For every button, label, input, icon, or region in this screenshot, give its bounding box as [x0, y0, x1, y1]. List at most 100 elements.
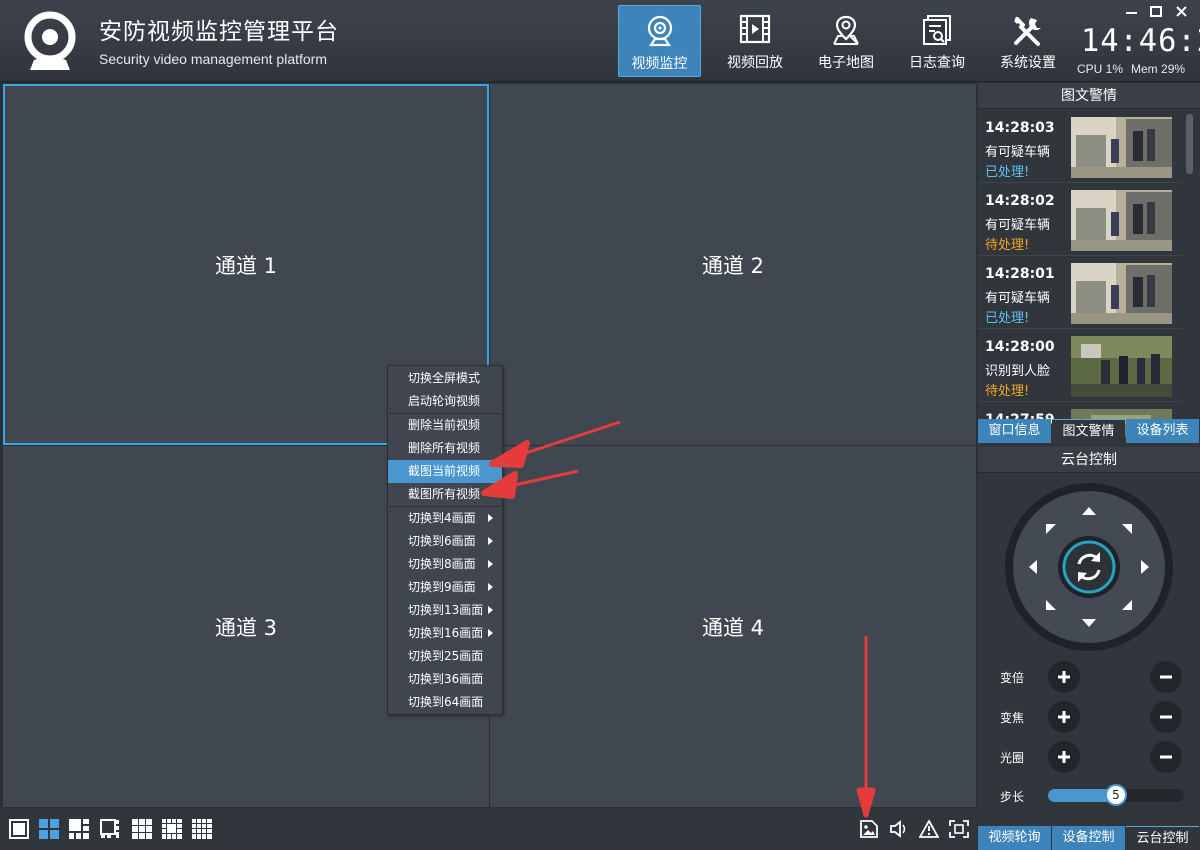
close-icon — [1176, 6, 1187, 17]
alarm-item[interactable]: 14:28:01 有可疑车辆 已处理! — [978, 257, 1182, 329]
tab-window-info[interactable]: 窗口信息 — [978, 419, 1051, 443]
menu-item-layout-64[interactable]: 切换到64画面 — [388, 691, 502, 714]
submenu-arrow-icon — [488, 629, 493, 637]
menu-item-delete-all[interactable]: 删除所有视频 — [388, 437, 502, 460]
alarm-snapshot-thumbnail[interactable] — [1071, 336, 1172, 397]
tab-image-alarm[interactable]: 图文警情 — [1052, 419, 1125, 443]
tab-device-list[interactable]: 设备列表 — [1126, 419, 1199, 443]
volume-icon[interactable] — [889, 820, 909, 838]
panel-tabs-top: 窗口信息 图文警情 设备列表 — [978, 419, 1200, 443]
ptz-zoom-label: 变倍 — [1000, 671, 1025, 685]
minimize-icon — [1126, 12, 1137, 14]
ptz-step-label: 步长 — [1000, 790, 1025, 804]
step-slider-knob[interactable]: 5 — [1105, 784, 1127, 806]
menu-item-layout-8[interactable]: 切换到8画面 — [388, 553, 502, 576]
iris-open-button[interactable] — [1048, 741, 1080, 773]
menu-item-snapshot-all[interactable]: 截图所有视频 — [388, 483, 502, 506]
menu-item-layout-36[interactable]: 切换到36画面 — [388, 668, 502, 691]
log-search-icon — [923, 15, 951, 45]
menu-item-snapshot-current[interactable]: 截图当前视频 — [388, 460, 502, 483]
webcam-icon — [647, 15, 672, 47]
layout-1-icon[interactable] — [9, 819, 29, 839]
context-menu: 切换全屏模式 启动轮询视频 删除当前视频 删除所有视频 截图当前视频 截图所有视… — [387, 365, 503, 715]
alarm-snapshot-thumbnail[interactable] — [1071, 190, 1172, 251]
menu-item-start-polling[interactable]: 启动轮询视频 — [388, 390, 502, 413]
channel-label: 通道 3 — [214, 615, 278, 640]
alarm-text: 有可疑车辆 — [985, 218, 1051, 233]
menu-item-layout-4[interactable]: 切换到4画面 — [388, 507, 502, 530]
alarm-status: 已处理! — [985, 311, 1030, 326]
mem-usage: Mem 29% — [1131, 62, 1186, 76]
alarm-warning-icon[interactable] — [919, 820, 939, 838]
menu-item-layout-6[interactable]: 切换到6画面 — [388, 530, 502, 553]
video-channel-4[interactable]: 通道 4 — [490, 446, 976, 807]
menu-item-layout-25[interactable]: 切换到25画面 — [388, 645, 502, 668]
main-nav: 视频监控 视频回放 电子地图 日志查询 系统设置 — [618, 5, 1073, 77]
layout-8-icon[interactable] — [100, 819, 120, 839]
ptz-zoom-row: 变倍 — [1000, 661, 1190, 693]
menu-item-label: 切换到13画面 — [408, 603, 484, 617]
zoom-in-button[interactable] — [1048, 661, 1080, 693]
alarm-snapshot-thumbnail[interactable] — [1071, 263, 1172, 324]
layout-6-icon[interactable] — [69, 819, 89, 839]
alarm-panel-title: 图文警情 — [978, 83, 1200, 109]
app-subtitle: Security video management platform — [99, 51, 327, 67]
channel-label: 通道 4 — [701, 615, 765, 640]
layout-13-icon[interactable] — [162, 819, 182, 839]
iris-close-button[interactable] — [1150, 741, 1182, 773]
tab-device-control[interactable]: 设备控制 — [1052, 826, 1125, 850]
alarm-item[interactable]: 14:28:02 有可疑车辆 待处理! — [978, 184, 1182, 256]
alarm-snapshot-thumbnail[interactable] — [1071, 117, 1172, 178]
bottom-toolbar — [0, 808, 977, 850]
ptz-focus-label: 变焦 — [1000, 711, 1025, 725]
submenu-arrow-icon — [488, 514, 493, 522]
map-pin-icon — [833, 15, 859, 45]
step-slider-track[interactable]: 5 — [1048, 784, 1184, 806]
alarm-item[interactable]: 14:28:03 有可疑车辆 已处理! — [978, 111, 1182, 183]
fullscreen-icon[interactable] — [949, 820, 969, 838]
submenu-arrow-icon — [488, 537, 493, 545]
ptz-focus-row: 变焦 — [1000, 701, 1190, 733]
layout-4-icon[interactable] — [39, 819, 59, 839]
menu-item-delete-current[interactable]: 删除当前视频 — [388, 414, 502, 437]
menu-item-layout-9[interactable]: 切换到9画面 — [388, 576, 502, 599]
focus-in-button[interactable] — [1048, 701, 1080, 733]
digital-clock: 14:46:27 — [1081, 23, 1200, 59]
layout-9-icon[interactable] — [132, 819, 152, 839]
tab-video-polling[interactable]: 视频轮询 — [978, 826, 1051, 850]
nav-video-playback[interactable]: 视频回放 — [709, 5, 801, 77]
maximize-button[interactable] — [1144, 4, 1169, 20]
layout-16-icon[interactable] — [192, 819, 212, 839]
ptz-iris-label: 光圈 — [1000, 751, 1025, 765]
system-stats: CPU 1% Mem 29% — [1077, 62, 1193, 76]
zoom-out-button[interactable] — [1150, 661, 1182, 693]
ptz-panel-title: 云台控制 — [978, 447, 1200, 473]
film-icon — [739, 14, 771, 44]
webcam-logo-icon — [24, 11, 76, 70]
tab-ptz-control[interactable]: 云台控制 — [1126, 826, 1199, 850]
alarm-status: 待处理! — [985, 384, 1030, 399]
alarm-text: 识别到人脸 — [985, 364, 1051, 379]
alarm-time: 14:28:01 — [985, 266, 1055, 282]
tools-icon — [1014, 17, 1041, 46]
nav-system-settings[interactable]: 系统设置 — [982, 5, 1074, 77]
video-channel-2[interactable]: 通道 2 — [490, 84, 976, 445]
nav-log-query[interactable]: 日志查询 — [891, 5, 983, 77]
app-header: 安防视频监控管理平台 Security video management pla… — [0, 0, 1200, 82]
menu-item-layout-13[interactable]: 切换到13画面 — [388, 599, 502, 622]
focus-out-button[interactable] — [1150, 701, 1182, 733]
menu-item-label: 切换到9画面 — [408, 580, 476, 594]
snapshot-image-icon[interactable] — [859, 820, 879, 838]
alarm-item[interactable]: 14:28:00 识别到人脸 待处理! — [978, 330, 1182, 402]
menu-item-fullscreen[interactable]: 切换全屏模式 — [388, 367, 502, 390]
submenu-arrow-icon — [488, 583, 493, 591]
alarm-time: 14:28:00 — [985, 339, 1055, 355]
alarm-status: 已处理! — [985, 165, 1030, 180]
menu-item-layout-16[interactable]: 切换到16画面 — [388, 622, 502, 645]
alarm-list-scrollbar[interactable] — [1186, 114, 1193, 174]
nav-electronic-map[interactable]: 电子地图 — [800, 5, 892, 77]
nav-video-monitor[interactable]: 视频监控 — [618, 5, 701, 77]
minimize-button[interactable] — [1119, 4, 1144, 20]
close-button[interactable] — [1169, 4, 1194, 20]
channel-label: 通道 2 — [701, 253, 765, 278]
